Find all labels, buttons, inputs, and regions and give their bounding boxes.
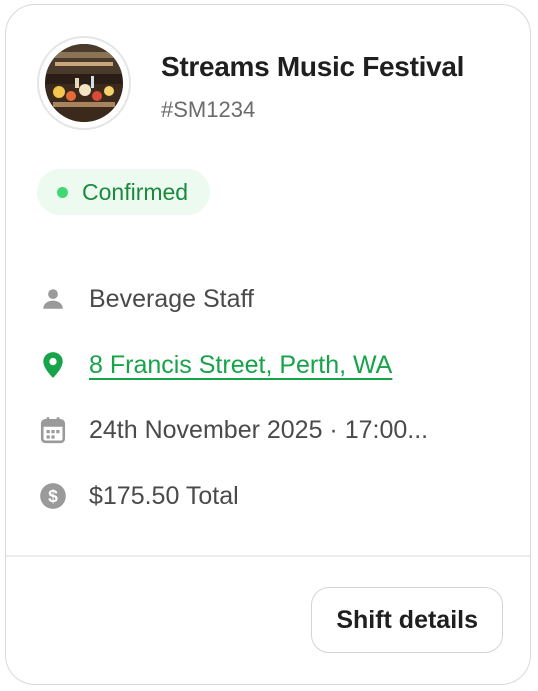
event-reference: #SM1234 — [161, 97, 256, 122]
status-label: Confirmed — [82, 178, 189, 205]
pay-total-text: $175.50 Total — [89, 481, 239, 510]
location-link[interactable]: 8 Francis Street, Perth, WA — [89, 351, 392, 380]
card-divider — [6, 555, 530, 557]
detail-row-location[interactable]: 8 Francis Street, Perth, WA — [37, 345, 392, 385]
event-avatar — [37, 36, 131, 130]
calendar-icon — [37, 414, 69, 446]
detail-row-role: Beverage Staff — [37, 279, 254, 319]
location-pin-icon — [37, 349, 69, 381]
detail-row-pay: $ $175.50 Total — [37, 476, 239, 516]
shift-details-button[interactable]: Shift details — [311, 587, 503, 653]
event-title: Streams Music Festival — [161, 51, 465, 82]
datetime-text: 24th November 2025 · 17:00... — [89, 415, 429, 444]
shift-card: Streams Music Festival #SM1234 Confirmed… — [5, 4, 531, 685]
role-text: Beverage Staff — [89, 284, 254, 313]
person-icon — [37, 283, 69, 315]
event-photo — [45, 44, 123, 122]
detail-row-datetime: 24th November 2025 · 17:00... — [37, 410, 428, 450]
dollar-icon: $ — [37, 480, 69, 512]
status-dot-icon — [57, 186, 68, 198]
status-badge: Confirmed — [37, 169, 211, 215]
svg-text:$: $ — [48, 486, 58, 506]
